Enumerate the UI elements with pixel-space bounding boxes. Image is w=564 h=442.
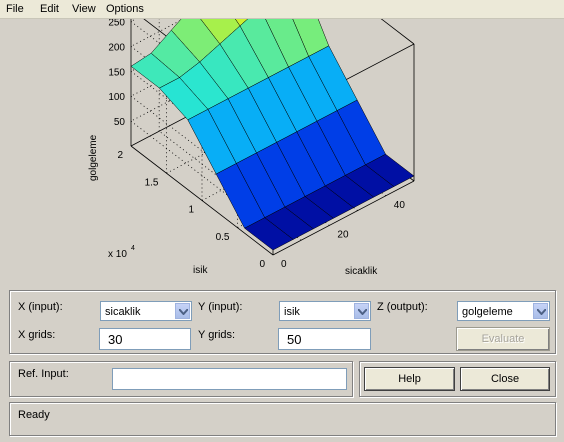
z-tick-label: 250	[108, 19, 125, 28]
x-input-label: X (input):	[18, 301, 63, 313]
y-axis-multiplier-exponent: 4	[131, 245, 135, 252]
y-axis-multiplier: x 10	[108, 249, 127, 260]
y-input-label: Y (input):	[198, 301, 243, 313]
controls-panel: X (input): sicaklik Y (input): isik Z (o…	[9, 290, 556, 354]
menu-options[interactable]: Options	[106, 3, 144, 15]
close-button[interactable]: Close	[460, 367, 550, 391]
menu-file[interactable]: File	[6, 3, 24, 15]
z-tick-label: 100	[108, 92, 125, 103]
z-tick-label: 50	[114, 117, 126, 128]
y-tick-label: 0.5	[216, 232, 230, 243]
z-tick-label: 150	[108, 67, 125, 78]
x-input-value: sicaklik	[105, 306, 141, 318]
ref-input-panel: Ref. Input:	[9, 361, 353, 397]
y-tick-label: 2	[117, 150, 123, 161]
status-text: Ready	[18, 409, 50, 421]
y-tick-label: 1	[188, 205, 194, 216]
z-output-label: Z (output):	[377, 301, 428, 313]
chevron-down-icon[interactable]	[354, 303, 369, 319]
x-axis-label: sicaklik	[345, 266, 378, 277]
evaluate-button[interactable]: Evaluate	[456, 327, 550, 351]
action-panel: Help Close	[359, 361, 556, 397]
y-input-select[interactable]: isik	[279, 301, 371, 321]
chevron-down-icon[interactable]	[175, 303, 190, 319]
y-axis-label: isik	[193, 265, 208, 276]
surface-mesh	[130, 19, 415, 251]
y-tick-label: 1.5	[145, 177, 159, 188]
ref-input-field[interactable]	[112, 368, 347, 390]
chevron-down-icon[interactable]	[533, 303, 548, 319]
surface-plot: golgeleme sicaklik isik x 10 4 501001502…	[88, 19, 415, 277]
y-grids-label: Y grids:	[198, 329, 236, 341]
z-output-select[interactable]: golgeleme	[457, 301, 550, 321]
x-tick-label: 40	[394, 200, 406, 211]
x-grids-field[interactable]: 30	[99, 328, 191, 350]
x-grids-label: X grids:	[18, 329, 56, 341]
y-input-value: isik	[284, 306, 300, 318]
help-button[interactable]: Help	[364, 367, 455, 391]
ref-input-label: Ref. Input:	[18, 368, 69, 380]
menu-edit[interactable]: Edit	[40, 3, 59, 15]
menu-bar: File Edit View Options	[0, 0, 564, 19]
menu-view[interactable]: View	[72, 3, 96, 15]
x-tick-label: 20	[337, 229, 349, 240]
status-bar: Ready	[9, 402, 556, 436]
z-tick-label: 200	[108, 42, 125, 53]
z-axis-label: golgeleme	[88, 134, 99, 181]
x-tick-label: 0	[281, 259, 287, 270]
z-output-value: golgeleme	[462, 306, 513, 318]
y-tick-label: 0	[259, 259, 265, 270]
y-grids-field[interactable]: 50	[278, 328, 371, 350]
x-input-select[interactable]: sicaklik	[100, 301, 192, 321]
